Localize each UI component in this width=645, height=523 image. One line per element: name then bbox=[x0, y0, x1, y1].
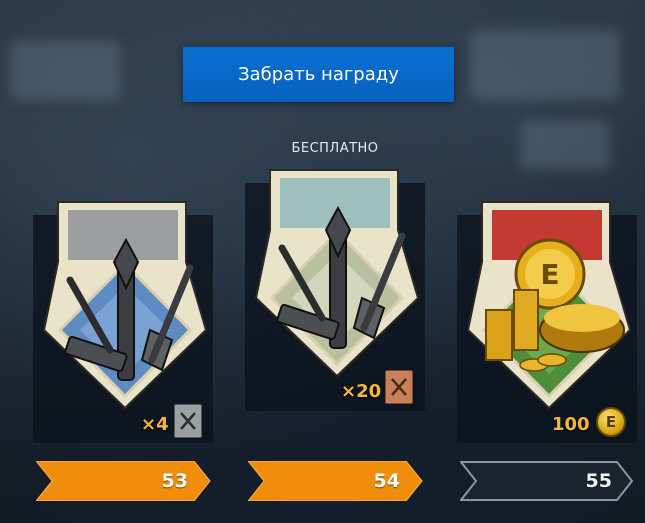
level-number: 55 bbox=[585, 470, 612, 492]
background-blur bbox=[520, 120, 610, 170]
crossed-tools-icon bbox=[385, 370, 413, 404]
level-53-bar: 53 bbox=[36, 461, 212, 501]
level-number: 54 bbox=[373, 470, 400, 492]
weapons-crate-icon bbox=[252, 168, 422, 378]
level-number: 53 bbox=[161, 470, 188, 492]
e-coin-icon: E bbox=[596, 407, 626, 437]
free-reward-label: БЕСПЛАТНО bbox=[291, 141, 379, 156]
reward-count: ×20 bbox=[341, 381, 382, 402]
level-55-bar: 55 bbox=[460, 461, 636, 501]
gold-coins-icon: E bbox=[464, 200, 634, 410]
svg-text:E: E bbox=[540, 258, 559, 291]
crossed-tools-icon bbox=[174, 404, 202, 438]
claim-reward-button[interactable]: Забрать награду bbox=[183, 47, 454, 102]
background-blur bbox=[470, 30, 620, 100]
reward-count: ×4 bbox=[141, 414, 169, 435]
weapons-crate-icon bbox=[40, 200, 210, 410]
background-blur bbox=[10, 40, 120, 100]
reward-count: 100 bbox=[552, 414, 590, 435]
level-54-bar: 54 bbox=[248, 461, 424, 501]
